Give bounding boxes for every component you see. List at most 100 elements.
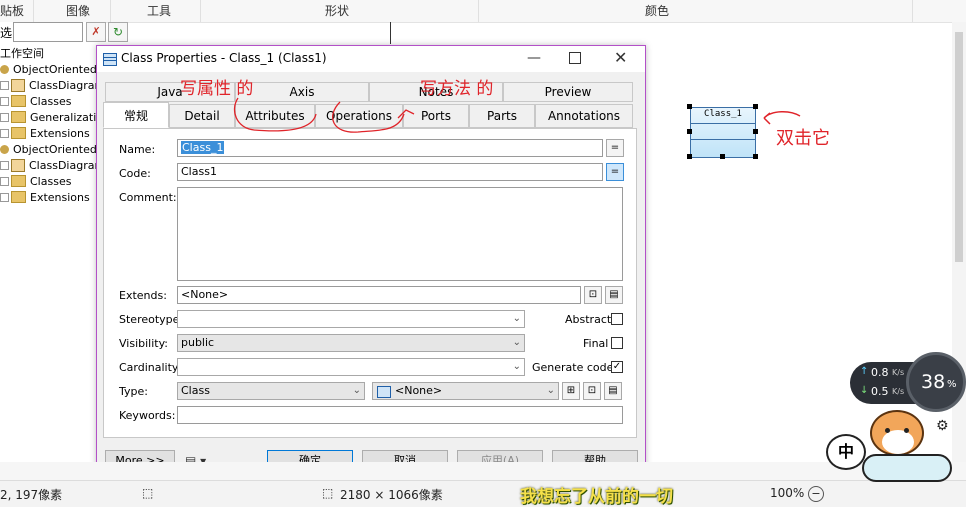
class-properties-icon (103, 53, 117, 66)
chevron-down-icon: ⌄ (512, 313, 521, 324)
final-checkbox[interactable] (611, 337, 623, 349)
expander-icon[interactable] (0, 128, 9, 138)
minimize-icon[interactable]: — (527, 50, 541, 66)
cursor-position: 2, 197像素 (0, 488, 63, 502)
zoom-out-icon[interactable]: − (808, 486, 824, 502)
scrollbar-thumb[interactable] (955, 32, 963, 262)
selection-icon: ⬚ (142, 486, 154, 500)
mascot-face (870, 410, 924, 456)
maximize-icon[interactable] (569, 52, 581, 64)
canvas-divider (390, 22, 391, 44)
close-icon[interactable]: ✕ (614, 48, 627, 67)
selection-handle[interactable] (753, 129, 758, 134)
stereotype-select[interactable]: ⌄ (177, 310, 525, 328)
name-field[interactable]: Class_1 (177, 139, 603, 157)
tab-general[interactable]: 常规 (103, 102, 169, 128)
expander-icon[interactable] (0, 192, 9, 202)
tree-item-label: Classes (30, 174, 72, 188)
tab-annotations[interactable]: Annotations (535, 104, 633, 128)
abstract-checkbox[interactable] (611, 313, 623, 325)
name-equals-button[interactable]: = (606, 139, 624, 157)
selection-handle[interactable] (753, 154, 758, 159)
comment-textarea[interactable] (177, 187, 623, 281)
cpu-usage-gauge[interactable]: 38 % (906, 352, 966, 412)
folder-icon (11, 127, 26, 139)
dialog-title: Class Properties - Class_1 (Class1) (121, 51, 327, 65)
cardinality-select[interactable]: ⌄ (177, 358, 525, 376)
tree-item-diagram-2[interactable]: ClassDiagram_ (0, 157, 111, 173)
general-panel: Name: Class_1 = Code: Class1 = Comment: … (103, 128, 637, 438)
ribbon-clipboard[interactable]: 贴板 (0, 2, 24, 19)
keywords-field[interactable] (177, 406, 623, 424)
extends-field[interactable]: <None> (177, 286, 581, 304)
type-properties-icon[interactable]: ▤ (604, 382, 622, 400)
annotation-write-methods: 写方法 的 (420, 79, 494, 99)
expander-icon[interactable] (0, 160, 9, 170)
dialog-titlebar[interactable]: Class Properties - Class_1 (Class1) — ✕ (97, 46, 645, 72)
tab-detail[interactable]: Detail (169, 104, 235, 128)
chevron-down-icon: ⌄ (546, 385, 555, 396)
folder-icon (11, 111, 26, 123)
ribbon-tools[interactable]: 工具 (147, 2, 171, 19)
selection-handle[interactable] (687, 154, 692, 159)
expander-icon[interactable] (0, 80, 9, 90)
type-classifier-value: <None> (395, 384, 443, 397)
status-bar: 2, 197像素 ⬚ ⬚ 2180 × 1066像素 100% − (0, 480, 966, 507)
selection-handle[interactable] (687, 129, 692, 134)
selection-handle[interactable] (687, 104, 692, 109)
tree-item-extensions-1[interactable]: Extensions (0, 125, 90, 141)
extends-properties-icon[interactable]: ▤ (605, 286, 623, 304)
type-classifier-select[interactable]: <None> ⌄ (372, 382, 559, 400)
workspace-node[interactable]: 工作空间 (0, 45, 44, 61)
filter-input[interactable] (13, 22, 83, 42)
expander-icon[interactable] (0, 176, 9, 186)
visibility-select[interactable]: public ⌄ (177, 334, 525, 352)
selection-handle[interactable] (720, 154, 725, 159)
selection-handle[interactable] (753, 104, 758, 109)
tree-item-diagram-1[interactable]: ClassDiagram_ (0, 77, 111, 93)
folder-icon (11, 95, 26, 107)
extends-browse-icon[interactable]: ⊡ (584, 286, 602, 304)
class-icon (377, 386, 391, 398)
filter-label: 选 (0, 26, 13, 40)
type-select[interactable]: Class ⌄ (177, 382, 365, 400)
keywords-label: Keywords: (119, 409, 176, 422)
code-equals-button[interactable]: = (606, 163, 624, 181)
class-symbol[interactable]: Class_1 (687, 104, 758, 159)
tree-item-generalization[interactable]: Generalization (0, 109, 110, 125)
chevron-down-icon: ⌄ (512, 361, 521, 372)
visibility-value: public (181, 336, 215, 349)
code-field[interactable]: Class1 (177, 163, 603, 181)
tree-item-classes-2[interactable]: Classes (0, 173, 71, 189)
expander-icon[interactable] (0, 96, 9, 106)
tree-item-classes-1[interactable]: Classes (0, 93, 71, 109)
upload-arrow-icon: ↑ (860, 366, 869, 377)
ribbon-shapes[interactable]: 形状 (325, 2, 349, 19)
type-label: Type: (119, 385, 148, 398)
ribbon-colors[interactable]: 颜色 (645, 2, 669, 19)
gear-icon[interactable]: ⚙ (936, 418, 949, 434)
tree-item-label: Extensions (30, 126, 90, 140)
comment-label: Comment: (119, 191, 177, 204)
zoom-level: 100% (770, 486, 805, 500)
tree-item-extensions-2[interactable]: Extensions (0, 189, 90, 205)
class-box-divider (690, 123, 756, 124)
type-browse-icon[interactable]: ⊡ (583, 382, 601, 400)
folder-icon (11, 175, 26, 187)
generate-code-checkbox[interactable]: ✓ (611, 361, 623, 373)
expander-icon[interactable] (0, 112, 9, 122)
upload-unit: K/s (892, 368, 905, 377)
tab-preview[interactable]: Preview (503, 82, 633, 102)
refresh-icon[interactable]: ↻ (108, 22, 128, 42)
model-icon (0, 64, 9, 74)
ribbon-image[interactable]: 图像 (66, 2, 90, 19)
tree-item-label: Classes (30, 94, 72, 108)
type-create-icon[interactable]: ⊞ (562, 382, 580, 400)
upload-speed: 0.8 (871, 366, 889, 379)
download-unit: K/s (892, 387, 905, 396)
abstract-label: Abstract (565, 313, 612, 326)
tab-parts[interactable]: Parts (469, 104, 535, 128)
image-dimensions: 2180 × 1066像素 (340, 488, 443, 502)
clear-filter-icon[interactable]: ✗ (86, 22, 106, 42)
class-box-label: Class_1 (704, 109, 742, 119)
